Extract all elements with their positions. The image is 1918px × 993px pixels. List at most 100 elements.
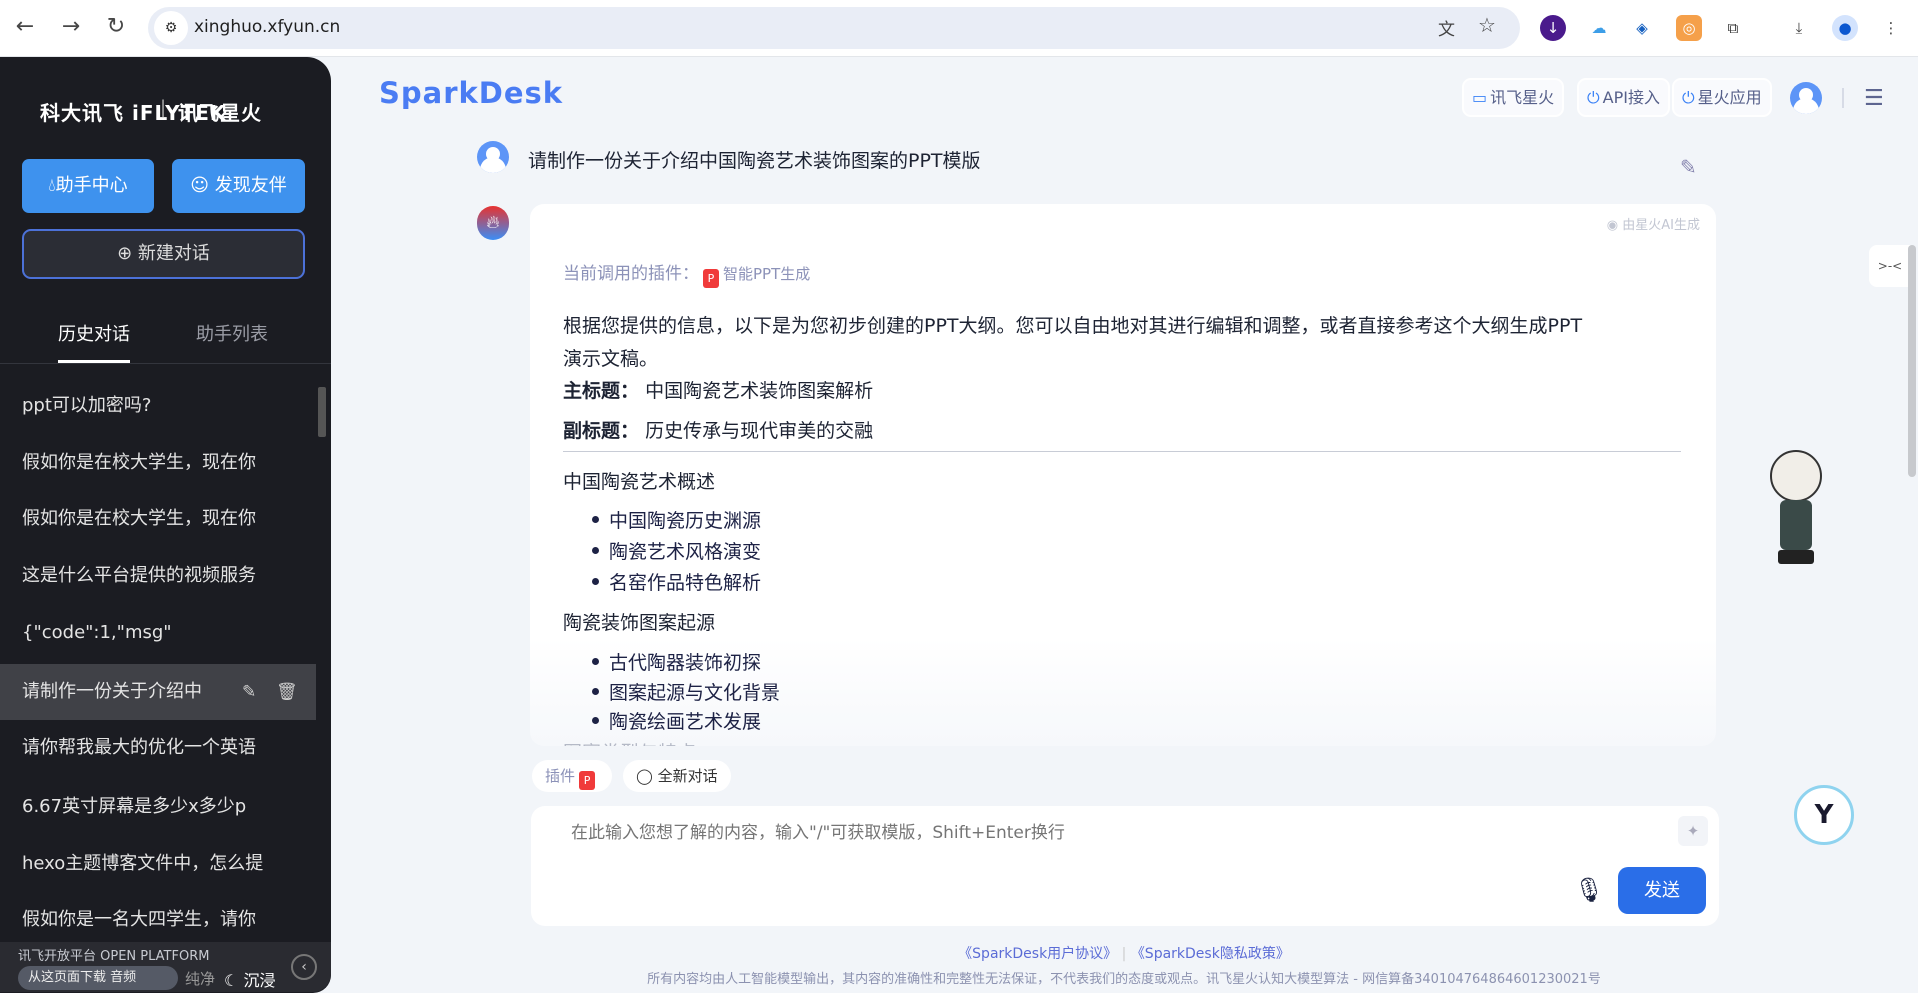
new-chat-button[interactable]: ⊕ 新建对话 bbox=[22, 229, 305, 279]
smile-icon: ☺ bbox=[190, 175, 215, 196]
spark-button[interactable]: ▭ 讯飞星火 bbox=[1462, 78, 1565, 117]
flame-icon: ◉ bbox=[1606, 218, 1623, 233]
user-agreement-link[interactable]: 《SparkDesk用户协议》 bbox=[958, 946, 1117, 962]
browser-toolbar: ← → ↻ ⚙ xinghuo.xfyun.cn 文 ☆ ↓ ☁ ◈ ◎ ⧉ ⤓… bbox=[0, 0, 1918, 57]
logo-divider: | bbox=[160, 97, 167, 118]
bullet-item: 中国陶瓷历史渊源 bbox=[591, 506, 761, 533]
star-icon[interactable]: ☆ bbox=[1478, 13, 1496, 37]
api-button[interactable]: ⏻ API接入 bbox=[1577, 78, 1670, 117]
reload-icon[interactable]: ↻ bbox=[101, 14, 131, 39]
bullet-item: 名窑作品特色解析 bbox=[591, 568, 761, 595]
send-button[interactable]: 发送 bbox=[1618, 867, 1706, 914]
intro-text: 演示文稿。 bbox=[563, 348, 659, 370]
api-icon: ⏻ bbox=[1587, 88, 1600, 107]
assistant-center-button[interactable]: 💧︎助手中心 bbox=[22, 159, 154, 213]
history-scrollbar[interactable] bbox=[318, 387, 326, 437]
user-message: 请制作一份关于介绍中国陶瓷艺术装饰图案的PPT模版 bbox=[528, 150, 981, 172]
edit-icon[interactable]: ✎ bbox=[242, 664, 256, 720]
back-icon[interactable]: ← bbox=[10, 14, 40, 39]
history-item[interactable]: 这是什么平台提供的视频服务 bbox=[0, 548, 316, 604]
disclaimer: 所有内容均由人工智能模型输出，其内容的准确性和完整性无法保证，不代表我们的态度或… bbox=[647, 972, 1601, 987]
ai-generated-badge: ◉ 由星火AI生成 bbox=[1606, 218, 1700, 233]
cloud-extension-icon[interactable]: ☁ bbox=[1586, 15, 1612, 41]
sub-title-line: 副标题： 历史传承与现代审美的交融 bbox=[563, 420, 874, 442]
collapse-sidebar-button[interactable]: ‹ bbox=[291, 954, 317, 980]
immersive-toggle[interactable]: ☾ 沉浸 bbox=[224, 967, 275, 991]
apps-icon: ⏻ bbox=[1682, 88, 1695, 107]
history-item[interactable]: 假如你是在校大学生，现在你 bbox=[0, 435, 316, 491]
site-info-icon[interactable]: ⚙ bbox=[154, 11, 188, 45]
plus-circle-icon: ⊕ bbox=[117, 243, 138, 264]
history-item[interactable]: 假如你是一名大四学生，请你 bbox=[0, 892, 316, 948]
downloader-extension-icon[interactable]: ↓ bbox=[1540, 15, 1566, 41]
bot-response-card: ◉ 由星火AI生成 当前调用的插件： P 智能PPT生成 根据您提供的信息，以下是为… bbox=[530, 204, 1716, 746]
plugin-chip[interactable]: 插件 P bbox=[532, 760, 613, 792]
sparkdesk-logo[interactable]: SparkDesk bbox=[379, 76, 563, 110]
ppt-icon: P bbox=[703, 269, 719, 288]
new-chat-chip[interactable]: ◯ 全新对话 bbox=[623, 760, 731, 792]
tab-history[interactable]: 历史对话 bbox=[58, 320, 130, 346]
privacy-link[interactable]: 《SparkDesk隐私政策》 bbox=[1131, 946, 1290, 962]
sidebar-footer: 从这页面下载 音频 讯飞开放平台 OPEN PLATFORM 纯净 ☾ 沉浸 ‹ bbox=[0, 942, 331, 992]
bullet-item: 图案起源与文化背景 bbox=[591, 678, 780, 705]
history-item[interactable]: 6.67英寸屏幕是多少x多少p bbox=[0, 779, 316, 835]
menu-icon[interactable]: ☰ bbox=[1864, 86, 1884, 111]
section-title: 中国陶瓷艺术概述 bbox=[563, 471, 716, 493]
chat-input-box: ✦ 🎙︎ 发送 bbox=[531, 806, 1719, 926]
downloads-icon[interactable]: ⤓ bbox=[1786, 15, 1812, 41]
main-title-line: 主标题： 中国陶瓷艺术装饰图案解析 bbox=[563, 380, 874, 402]
bullet-item: 古代陶器装饰初探 bbox=[591, 648, 761, 675]
magic-wand-icon[interactable]: ✦ bbox=[1678, 816, 1708, 846]
history-item-selected[interactable]: 请制作一份关于介绍中 ✎ 🗑︎ bbox=[0, 664, 316, 720]
audio-download-overlay[interactable]: 从这页面下载 音频 bbox=[18, 966, 178, 990]
chat-input[interactable] bbox=[571, 818, 1551, 858]
history-item[interactable]: {"code":1,"msg" bbox=[0, 605, 316, 661]
sidebar: 科大讯飞 iFLYTEK | 讯飞星火 💧︎助手中心 ☺ 发现友伴 ⊕ 新建对话… bbox=[0, 57, 331, 993]
divider bbox=[563, 451, 1681, 452]
side-float-button[interactable]: >-< bbox=[1869, 245, 1911, 287]
spark-apps-button[interactable]: ⏻ 星火应用 bbox=[1672, 78, 1772, 117]
microphone-icon[interactable]: 🎙︎ bbox=[1574, 876, 1604, 904]
mascot-character[interactable] bbox=[1740, 440, 1850, 570]
laptop-icon: ▭ bbox=[1472, 88, 1488, 107]
plugin-name[interactable]: 智能PPT生成 bbox=[723, 265, 810, 283]
url-text[interactable]: xinghuo.xfyun.cn bbox=[194, 17, 340, 37]
history-item[interactable]: ppt可以加密吗? bbox=[0, 378, 316, 434]
menu-kebab-icon[interactable]: ⋮ bbox=[1878, 15, 1904, 41]
discover-partners-button[interactable]: ☺ 发现友伴 bbox=[172, 159, 305, 213]
translate-icon[interactable]: 文 bbox=[1438, 15, 1455, 40]
bullet-item: 陶瓷艺术风格演变 bbox=[591, 537, 761, 564]
page-scrollbar[interactable] bbox=[1908, 245, 1916, 477]
profile-icon[interactable]: ● bbox=[1832, 15, 1858, 41]
history-item[interactable]: 请你帮我最大的优化一个英语 bbox=[0, 720, 316, 776]
history-item[interactable]: hexo主题博客文件中，怎么提 bbox=[0, 836, 316, 892]
section-title: 陶瓷装饰图案起源 bbox=[563, 612, 716, 634]
tab-assistants[interactable]: 助手列表 bbox=[196, 320, 268, 346]
trash-icon[interactable]: 🗑︎ bbox=[276, 664, 298, 720]
ppt-icon: P bbox=[579, 771, 596, 790]
user-message-avatar bbox=[477, 141, 509, 173]
drop-icon: 💧︎ bbox=[48, 175, 56, 196]
separator: | bbox=[1121, 946, 1127, 962]
history-item[interactable]: 假如你是在校大学生，现在你 bbox=[0, 491, 316, 547]
spark-bot-avatar: 🔥︎ bbox=[477, 206, 509, 240]
section-title-faded: 图案类型与特点 bbox=[563, 738, 696, 746]
open-platform-watermark: 讯飞开放平台 OPEN PLATFORM bbox=[18, 949, 210, 964]
bullet-item: 陶瓷绘画艺术发展 bbox=[591, 707, 761, 734]
plugin-line: 当前调用的插件： P 智能PPT生成 bbox=[563, 259, 810, 288]
pure-mode[interactable]: 纯净 bbox=[185, 968, 215, 989]
user-avatar[interactable] bbox=[1790, 82, 1822, 114]
header-divider bbox=[1842, 88, 1844, 108]
address-bar[interactable]: ⚙ xinghuo.xfyun.cn 文 ☆ bbox=[148, 7, 1520, 49]
moon-icon: ☾ bbox=[224, 971, 244, 990]
extensions-puzzle-icon[interactable]: ⧉ bbox=[1720, 15, 1746, 41]
diamond-extension-icon[interactable]: ◈ bbox=[1629, 15, 1655, 41]
chat-bubble-icon: ◯ bbox=[636, 767, 658, 785]
assistant-logo-button[interactable]: Y bbox=[1794, 785, 1854, 845]
spark-logo: 讯飞星火 bbox=[178, 101, 262, 125]
intro-text: 根据您提供的信息，以下是为您初步创建的PPT大纲。您可以自由地对其进行编辑和调整… bbox=[563, 315, 1583, 337]
forward-icon[interactable]: → bbox=[56, 14, 86, 39]
footer-links: 《SparkDesk用户协议》 | 《SparkDesk隐私政策》 bbox=[530, 943, 1718, 963]
orange-extension-icon[interactable]: ◎ bbox=[1676, 15, 1702, 41]
edit-message-icon[interactable]: ✎ bbox=[1680, 155, 1697, 179]
